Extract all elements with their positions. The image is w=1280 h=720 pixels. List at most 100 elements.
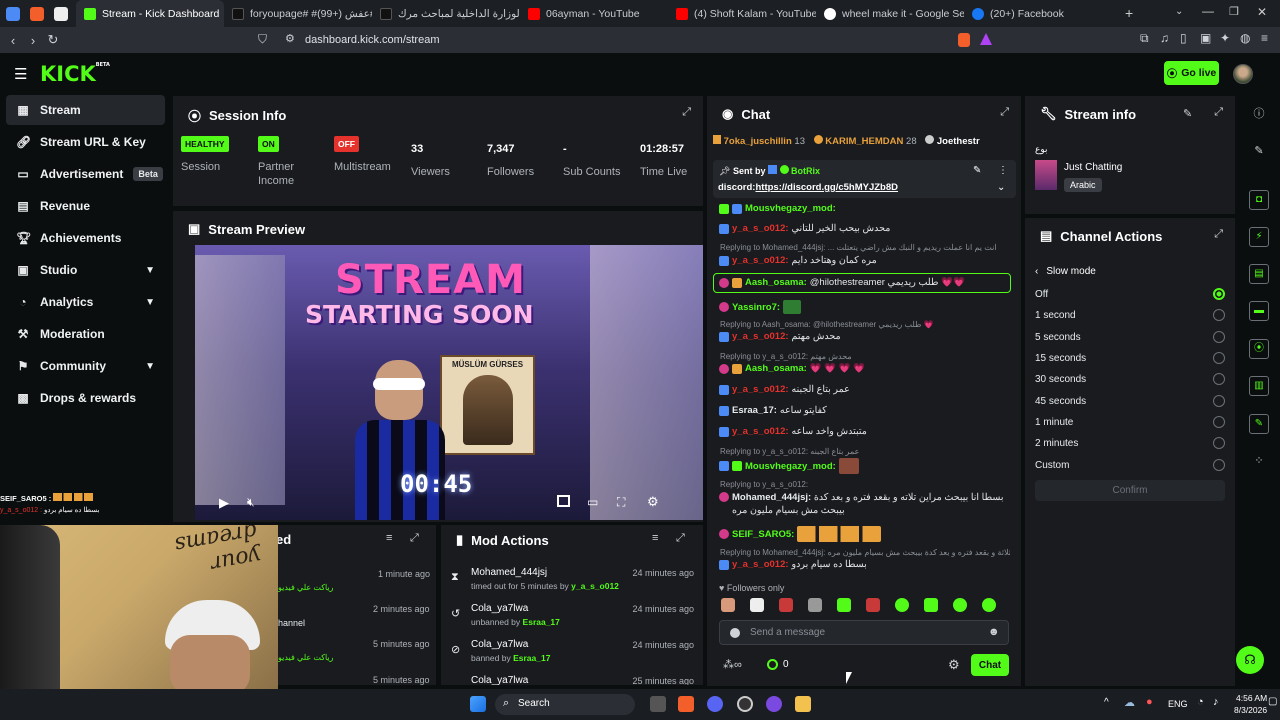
fullscreen-icon[interactable]: ⛶	[617, 495, 625, 510]
pinned-message[interactable]: 📌︎ Sent by BotRix discord:https://discor…	[713, 160, 1016, 198]
brave-shield-icon[interactable]	[958, 33, 970, 47]
tab-tiktok-1[interactable]: foryoupage# #علاجة#عفش (+99)	[224, 0, 372, 27]
points-icon[interactable]	[767, 659, 778, 670]
play-icon[interactable]: ▶	[219, 495, 229, 511]
discord-taskbar-icon[interactable]	[707, 696, 723, 712]
task-view-icon[interactable]	[650, 696, 666, 712]
chat-settings-icon[interactable]: ⚙	[948, 657, 960, 673]
confirm-button[interactable]: Confirm	[1035, 480, 1225, 501]
expand-icon[interactable]: ⤢	[1000, 106, 1009, 119]
extensions-icon[interactable]: ⧉	[1140, 31, 1149, 46]
tab-youtube-2[interactable]: (4) Shoft Kalam - YouTube	[668, 0, 816, 27]
app-taskbar-icon[interactable]	[766, 696, 782, 712]
wifi-icon[interactable]: ◔	[1197, 696, 1204, 708]
expand-icon[interactable]: ⤢	[410, 532, 419, 545]
radio[interactable]	[1213, 309, 1225, 321]
unpin-icon[interactable]: ✎	[973, 165, 981, 176]
support-icon[interactable]: ☊	[1236, 646, 1264, 674]
leo-icon[interactable]: ✦	[1220, 31, 1230, 45]
settings-icon[interactable]: ⚙	[647, 494, 659, 510]
radio[interactable]	[1213, 416, 1225, 428]
tab-tiktok-2[interactable]: استعالة لوزارة الداخلية لمباحث مرك	[372, 0, 520, 27]
radio[interactable]	[1213, 437, 1225, 449]
emote-icon[interactable]	[953, 598, 967, 612]
chevron-down-icon[interactable]: ⌄	[997, 182, 1005, 193]
mute-icon[interactable]: 🔇︎	[247, 495, 255, 510]
slow-mode-option-5s[interactable]: 5 seconds	[1035, 327, 1225, 347]
emote-icon[interactable]	[808, 598, 822, 612]
info-icon[interactable]: ⓘ	[1250, 105, 1268, 123]
new-tab-icon[interactable]: +	[1125, 5, 1133, 21]
stream-preview-video[interactable]: STREAM STARTING SOON MÜSLÜM GÜRSES 00:45…	[195, 245, 703, 520]
radio[interactable]	[1213, 331, 1225, 343]
tray-chevron-icon[interactable]: ^	[1104, 697, 1109, 708]
lightning-icon[interactable]: ⚡︎	[1249, 227, 1269, 247]
more-icon[interactable]: ⋮	[998, 165, 1008, 176]
close-window-icon[interactable]: ✕	[1257, 5, 1267, 19]
hamburger-icon[interactable]: ☰	[14, 65, 27, 83]
expand-icon[interactable]: ⤢	[1214, 228, 1223, 241]
chat-bubble-icon[interactable]: ▬	[1249, 301, 1269, 321]
brave-tab-icon[interactable]	[30, 6, 44, 21]
obs-taskbar-icon[interactable]	[737, 696, 753, 712]
slow-mode-option-custom[interactable]: Custom	[1035, 455, 1225, 475]
emote-icon[interactable]	[837, 598, 851, 612]
tab-facebook[interactable]: (20+) Facebook	[964, 0, 1112, 27]
slow-mode-option-off[interactable]: Off	[1035, 284, 1225, 304]
wallet-icon[interactable]: ▣	[1200, 31, 1211, 45]
sidebar-item-stream-url-key[interactable]: 🔗︎ Stream URL & Key	[6, 127, 165, 157]
kick-logo[interactable]: KICKBETA	[40, 62, 110, 86]
notification-icon[interactable]: ▢	[1268, 696, 1277, 707]
mic-icon[interactable]: ●	[1146, 696, 1153, 708]
volume-icon[interactable]: ♪	[1213, 696, 1219, 708]
sidebar-item-achievements[interactable]: 🏆︎ Achievements	[6, 223, 165, 253]
emote-icon[interactable]	[982, 598, 996, 612]
chat-input[interactable]: Send a message ☻	[719, 620, 1009, 645]
expand-icon[interactable]: ⤢	[676, 532, 685, 545]
edit-icon[interactable]: ✎	[1183, 107, 1192, 120]
emote-icon[interactable]	[924, 598, 938, 612]
radio[interactable]	[1213, 395, 1225, 407]
sidebar-item-drops-rewards[interactable]: ▩ Drops & rewards	[6, 383, 165, 413]
emoji-icon[interactable]: ☻	[988, 626, 1000, 638]
tab-list-icon[interactable]: ⌄	[1175, 6, 1183, 17]
slow-mode-back[interactable]: ‹ Slow mode	[1035, 266, 1096, 277]
slow-mode-option-1s[interactable]: 1 second	[1035, 305, 1225, 325]
broadcast-icon[interactable]: ⦿	[1249, 339, 1269, 359]
url-field[interactable]: dashboard.kick.com/stream	[305, 32, 975, 49]
chevron-down-icon[interactable]: ▼	[145, 265, 155, 276]
brave-rewards-icon[interactable]	[980, 33, 992, 45]
sidebar-item-stream[interactable]: ▦ Stream	[6, 95, 165, 125]
send-chat-button[interactable]: Chat	[971, 654, 1009, 676]
expand-icon[interactable]: ⤢	[1214, 106, 1223, 119]
menu-icon[interactable]: ≡	[1261, 31, 1268, 45]
emote-icon[interactable]	[895, 598, 909, 612]
predictions-icon[interactable]: ▥	[1249, 376, 1269, 396]
music-icon[interactable]: ♫	[1160, 31, 1169, 45]
pencil-icon[interactable]: ✎	[1250, 142, 1268, 160]
sidebar-item-studio[interactable]: ▣ Studio ▼	[6, 255, 165, 285]
sidebar-panel-icon[interactable]: ▯	[1180, 31, 1187, 45]
tab-kick-dashboard[interactable]: Stream - Kick Dashboard ✕	[76, 0, 224, 27]
radio[interactable]	[1213, 459, 1225, 471]
maximize-icon[interactable]: ❐	[1229, 5, 1239, 18]
users-icon[interactable]: ⁂∞	[723, 658, 742, 671]
folder-taskbar-icon[interactable]	[795, 696, 811, 712]
emote-icon[interactable]	[779, 598, 793, 612]
notion-tab-icon[interactable]	[54, 6, 68, 21]
bookmark-icon[interactable]: ⛉	[258, 32, 267, 47]
filter-icon[interactable]: ≡	[386, 532, 392, 544]
sidebar-item-analytics[interactable]: ◔ Analytics ▼	[6, 287, 165, 317]
slow-mode-option-1m[interactable]: 1 minute	[1035, 412, 1225, 432]
vpn-icon[interactable]: ◍	[1240, 31, 1250, 45]
radio[interactable]	[1213, 352, 1225, 364]
sidebar-item-community[interactable]: ⚑ Community ▼	[6, 351, 165, 381]
cloud-icon[interactable]: ☁	[1124, 696, 1135, 709]
slow-mode-option-2m[interactable]: 2 minutes	[1035, 433, 1225, 453]
windows-start-icon[interactable]	[470, 696, 486, 712]
clip-icon[interactable]: ◘	[1249, 190, 1269, 210]
sidebar-item-advertisement[interactable]: ▭ Advertisement Beta	[6, 159, 165, 189]
sidebar-toggle-icon[interactable]	[6, 6, 20, 21]
slow-mode-option-30s[interactable]: 30 seconds	[1035, 369, 1225, 389]
reload-icon[interactable]: ↻	[43, 32, 63, 48]
